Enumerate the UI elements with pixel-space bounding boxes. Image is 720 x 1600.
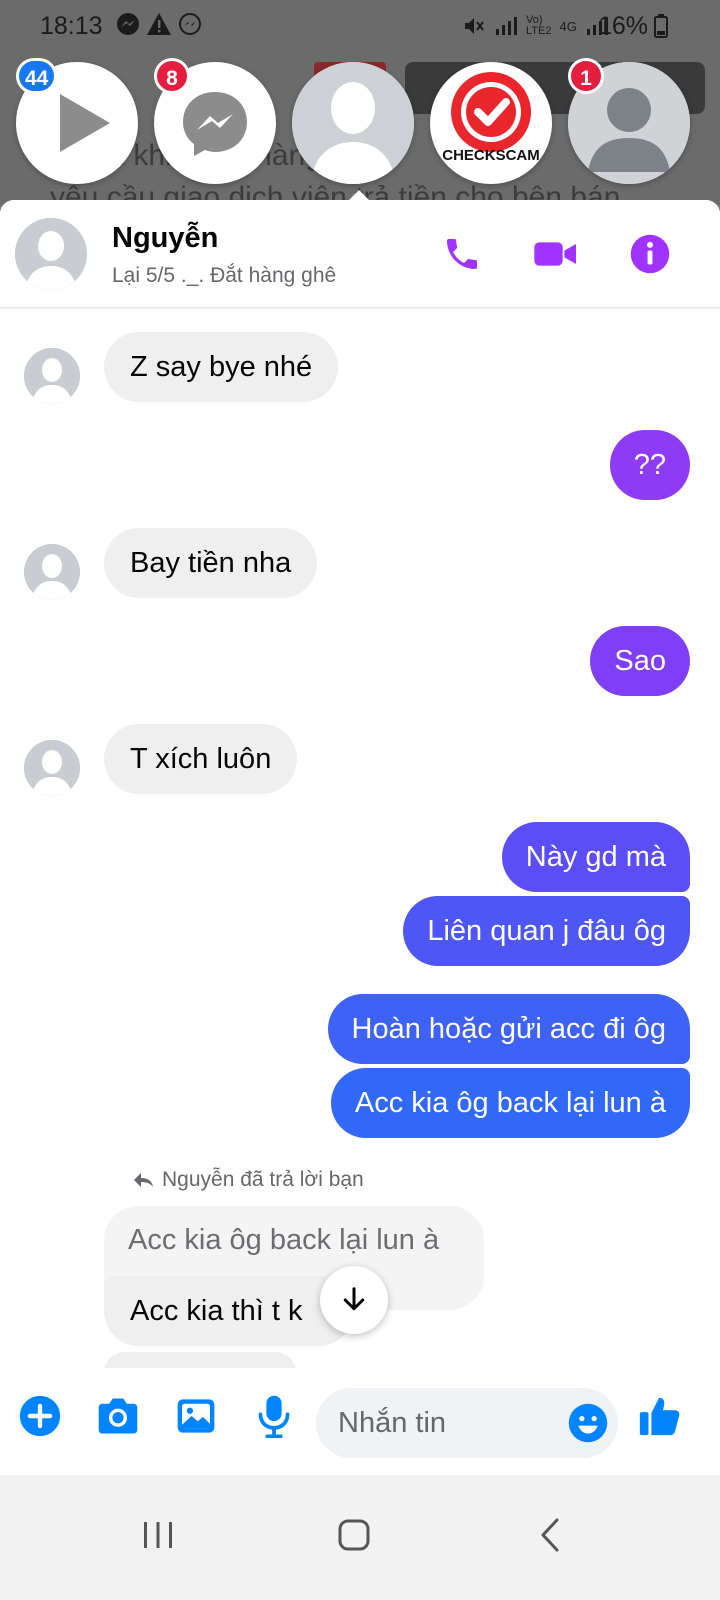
message-bubble-outgoing[interactable]: Liên quan j đâu ôg [403, 896, 690, 966]
avatar-silhouette-icon [24, 544, 80, 600]
system-navigation-bar [0, 1475, 720, 1600]
more-actions-button[interactable] [16, 1392, 64, 1440]
message-bubble-outgoing[interactable]: Sao [590, 626, 690, 696]
network-generation: 4G [559, 18, 577, 34]
contact-status: Lại 5/5 ._. Đắt hàng ghê [112, 264, 337, 287]
reply-arrow-icon [134, 1173, 153, 1187]
contact-avatar[interactable] [24, 348, 80, 404]
gallery-icon [177, 1399, 215, 1433]
camera-button[interactable] [94, 1392, 142, 1440]
battery-percent: 16% [598, 12, 649, 40]
volte-label-bottom: LTE2 [526, 25, 552, 37]
voice-call-button[interactable] [438, 230, 486, 278]
chat-head-checkscam[interactable]: CHECKSCAM [430, 62, 552, 184]
home-button[interactable] [324, 1505, 384, 1565]
badge-count: 1 [568, 58, 604, 94]
video-camera-icon [534, 242, 576, 266]
message-bubble-incoming[interactable]: Bay tiền nha [104, 528, 318, 598]
plus-icon [19, 1395, 61, 1437]
message-composer [0, 1368, 720, 1475]
notification-icons [116, 12, 202, 36]
volte-label: Vo) LTE2 [526, 15, 551, 37]
recents-button[interactable] [128, 1505, 188, 1565]
video-call-button[interactable] [532, 230, 580, 278]
contact-avatar[interactable] [15, 218, 87, 290]
warning-icon [147, 13, 171, 35]
home-icon [338, 1519, 370, 1551]
gallery-button[interactable] [172, 1392, 220, 1440]
badge-count: 8 [154, 58, 190, 94]
checkscam-logo: CHECKSCAM [442, 72, 540, 164]
info-icon [630, 234, 670, 274]
emoji-icon [568, 1403, 608, 1443]
message-bubble-outgoing[interactable]: Này gd mà [501, 822, 690, 892]
like-button[interactable] [636, 1392, 684, 1440]
message-bubble-incoming[interactable]: T xích luôn [104, 724, 298, 794]
reply-indicator-text: Nguyễn đã trả lời bạn [162, 1168, 364, 1191]
back-arrow-icon [541, 1518, 559, 1552]
badge-count: 44 [16, 58, 58, 94]
camera-icon [98, 1398, 138, 1434]
thumbs-up-icon [639, 1397, 680, 1436]
message-bubble-outgoing[interactable]: Acc kia ôg back lại lun à [330, 1068, 690, 1138]
scroll-to-bottom-button[interactable] [320, 1266, 388, 1334]
reply-indicator: Nguyễn đã trả lời bạn [132, 1168, 364, 1192]
status-bar: 18:13 Vo) LTE2 4G 16% [0, 0, 720, 52]
phone-icon [447, 239, 477, 269]
recents-icon [144, 1522, 172, 1548]
mute-icon [465, 18, 484, 34]
contact-name[interactable]: Nguyễn [112, 222, 218, 255]
avatar-silhouette-icon [292, 62, 414, 184]
avatar-silhouette-icon [15, 218, 87, 290]
messenger-notification-icon [179, 13, 201, 35]
emoji-button[interactable] [566, 1401, 610, 1445]
contact-avatar[interactable] [24, 544, 80, 600]
system-status-icons: Vo) LTE2 4G [462, 14, 609, 38]
contact-avatar[interactable] [24, 740, 80, 796]
status-time: 18:13 [40, 12, 103, 40]
message-bubble-incoming[interactable]: Acc kia thì t k [104, 1276, 354, 1346]
message-bubble-outgoing[interactable]: Hoàn hoặc gửi acc đi ôg [327, 994, 690, 1064]
svg-text:CHECKSCAM: CHECKSCAM [442, 147, 540, 164]
message-bubble-incoming[interactable]: Z say bye nhé [104, 332, 339, 402]
signal-icon [496, 17, 517, 35]
chat-heads: 44 8 CHECKSCAM 1 [0, 58, 720, 188]
info-button[interactable] [626, 230, 674, 278]
chat-header: Nguyễn Lại 5/5 ._. Đắt hàng ghê [0, 200, 720, 308]
message-bubble-incoming[interactable] [104, 1352, 296, 1368]
chat-head-contact-active[interactable] [292, 62, 414, 184]
message-bubble-outgoing[interactable]: ?? [609, 430, 690, 500]
messenger-notification-icon [117, 13, 139, 35]
avatar-silhouette-icon [24, 348, 80, 404]
back-button[interactable] [520, 1505, 580, 1565]
avatar-silhouette-icon [24, 740, 80, 796]
voice-record-button[interactable] [250, 1392, 298, 1440]
battery-icon [654, 14, 668, 38]
arrow-down-icon [343, 1287, 365, 1311]
message-list: Z say bye nhé ?? Bay tiền nha Sao T xích… [0, 308, 720, 1368]
chat-panel: Nguyễn Lại 5/5 ._. Đắt hàng ghê Z say by… [0, 200, 720, 1475]
microphone-icon [258, 1395, 290, 1438]
